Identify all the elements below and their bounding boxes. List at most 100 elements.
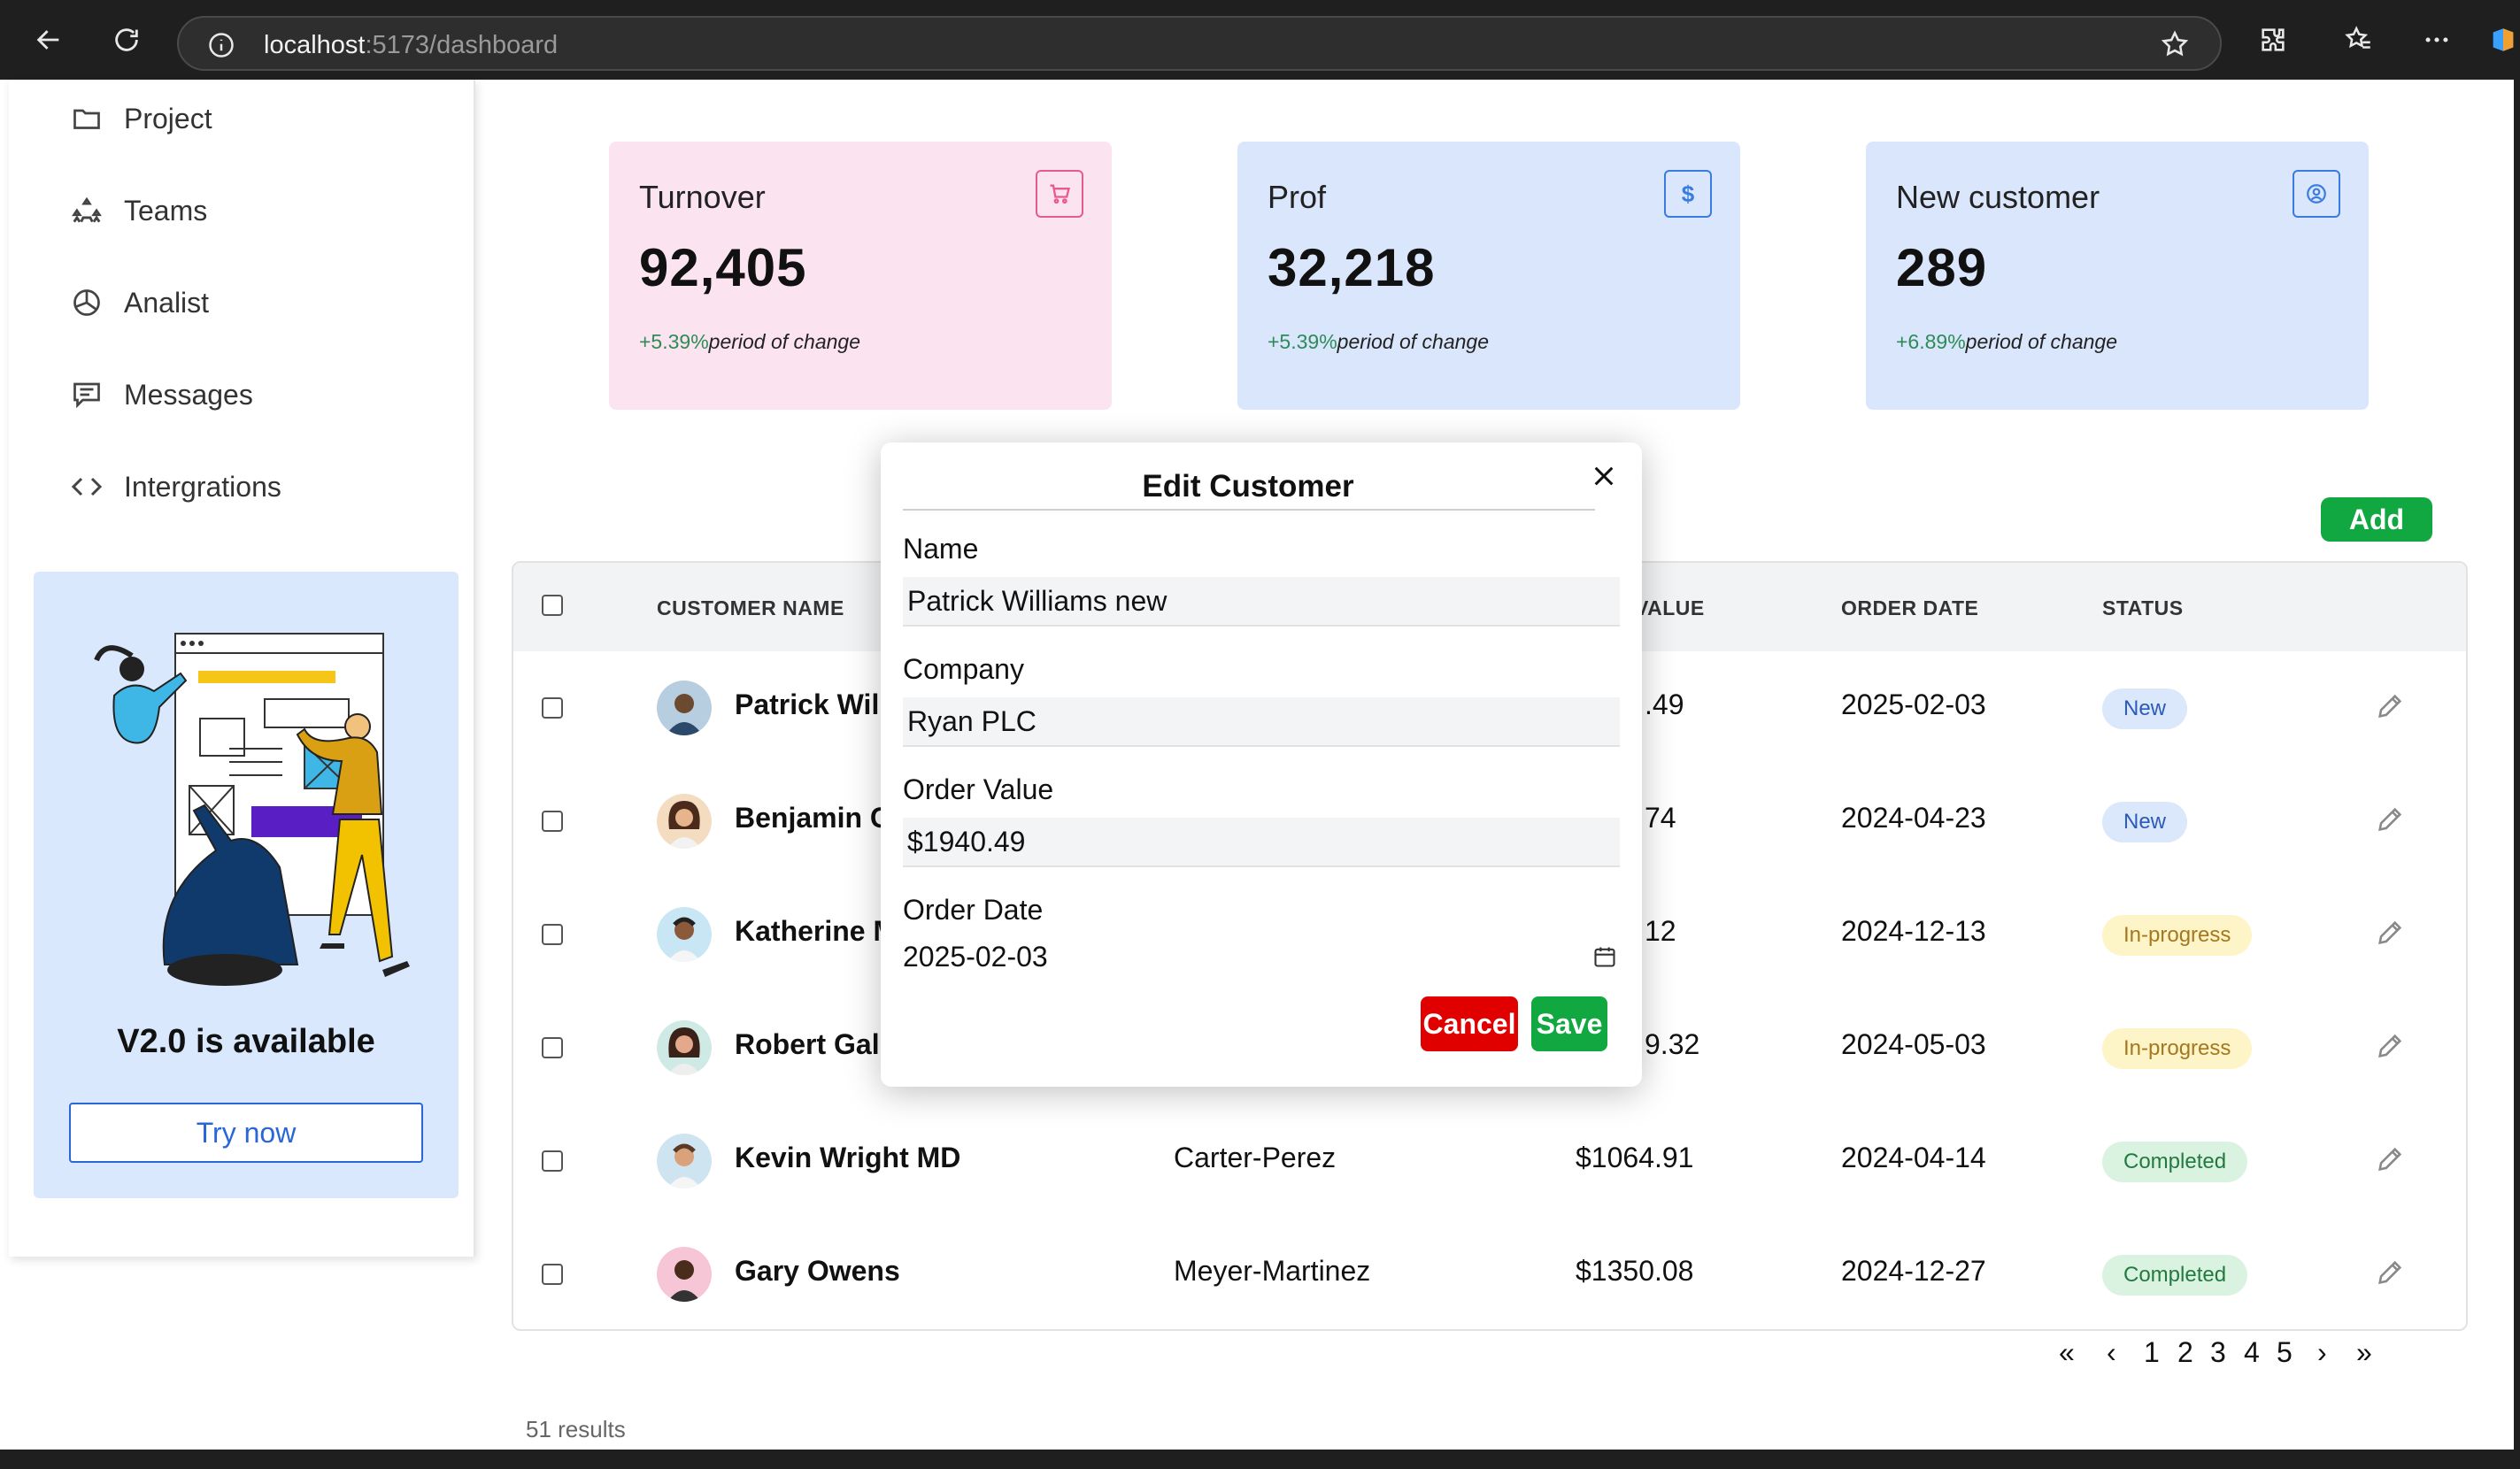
sidebar-item-analist[interactable]: Analist bbox=[69, 276, 441, 329]
row-checkbox[interactable] bbox=[542, 1264, 563, 1285]
customer-name: Kevin Wright MD bbox=[735, 1142, 961, 1173]
next-page-button[interactable]: › bbox=[2317, 1336, 2327, 1369]
close-icon[interactable] bbox=[1584, 457, 1623, 496]
row-checkbox[interactable] bbox=[542, 1150, 563, 1172]
status-badge: Completed bbox=[2102, 1255, 2248, 1296]
stat-title: Prof bbox=[1268, 179, 1327, 215]
customer-name: Patrick Willi bbox=[735, 688, 896, 720]
address-bar[interactable]: localhost:5173/dashboard bbox=[177, 16, 2222, 71]
order-value: .49 bbox=[1645, 688, 1684, 720]
teams-icon bbox=[69, 193, 104, 228]
try-now-button[interactable]: Try now bbox=[69, 1103, 423, 1163]
favorites-icon[interactable] bbox=[2339, 19, 2379, 60]
back-icon[interactable] bbox=[28, 19, 69, 60]
status-badge: In-progress bbox=[2102, 1028, 2253, 1069]
sidebar-item-project[interactable]: Project bbox=[69, 92, 441, 145]
name-input[interactable]: Patrick Williams new bbox=[903, 577, 1620, 627]
edit-customer-modal: Edit Customer Name Patrick Williams new … bbox=[881, 442, 1642, 1087]
window-edge bbox=[2514, 80, 2520, 1450]
calendar-icon[interactable] bbox=[1590, 942, 1620, 972]
avatar bbox=[657, 1247, 712, 1302]
pagination: « ‹ 1 2 3 4 5 › » bbox=[2054, 1336, 2408, 1381]
edit-pencil-icon[interactable] bbox=[2372, 802, 2408, 837]
last-page-button[interactable]: » bbox=[2356, 1336, 2372, 1369]
row-checkbox[interactable] bbox=[542, 811, 563, 832]
window-bottom-edge bbox=[0, 1450, 2520, 1469]
page-2-button[interactable]: 2 bbox=[2177, 1336, 2193, 1369]
table-row: Kevin Wright MD Carter-Perez $1064.91 20… bbox=[513, 1104, 2466, 1218]
cancel-button[interactable]: Cancel bbox=[1421, 996, 1518, 1051]
order-value: $1350.08 bbox=[1576, 1255, 1694, 1287]
url-text[interactable]: localhost:5173/dashboard bbox=[264, 30, 558, 60]
order-date: 2024-12-13 bbox=[1841, 915, 1986, 947]
avatar bbox=[657, 907, 712, 962]
header-status[interactable]: STATUS bbox=[2102, 596, 2184, 620]
sidebar-item-label: Project bbox=[124, 102, 212, 135]
edit-pencil-icon[interactable] bbox=[2372, 1028, 2408, 1064]
stat-title: New customer bbox=[1896, 179, 2100, 215]
edit-pencil-icon[interactable] bbox=[2372, 1142, 2408, 1177]
customer-name: Katherine M bbox=[735, 915, 898, 947]
row-checkbox[interactable] bbox=[542, 924, 563, 945]
modal-divider bbox=[903, 509, 1595, 511]
sidebar-item-label: Analist bbox=[124, 286, 210, 319]
copilot-icon[interactable] bbox=[2485, 19, 2520, 60]
order-value: 74 bbox=[1645, 802, 1676, 834]
order-value-label: Order Value bbox=[903, 773, 1054, 805]
stat-card-prof: Prof 32,218 +5.39%period of change $ bbox=[1237, 142, 1740, 410]
prev-page-button[interactable]: ‹ bbox=[2107, 1336, 2116, 1369]
order-date: 2024-12-27 bbox=[1841, 1255, 1986, 1287]
site-info-icon[interactable] bbox=[205, 29, 237, 61]
stat-change: +5.39%period of change bbox=[639, 330, 861, 353]
more-menu-icon[interactable] bbox=[2416, 19, 2457, 60]
order-value-input[interactable]: $1940.49 bbox=[903, 818, 1620, 867]
sidebar-item-label: Messages bbox=[124, 378, 253, 411]
stat-title: Turnover bbox=[639, 179, 766, 215]
sidebar-item-teams[interactable]: Teams bbox=[69, 184, 441, 237]
header-customer-name[interactable]: CUSTOMER NAME bbox=[657, 596, 844, 620]
favorite-star-icon[interactable] bbox=[2157, 27, 2192, 62]
sidebar-item-intergrations[interactable]: Intergrations bbox=[69, 460, 441, 513]
page-4-button[interactable]: 4 bbox=[2244, 1336, 2260, 1369]
order-date: 2025-02-03 bbox=[1841, 688, 1986, 720]
results-count: 51 results bbox=[526, 1416, 626, 1442]
first-page-button[interactable]: « bbox=[2059, 1336, 2075, 1369]
customer-name: Gary Owens bbox=[735, 1255, 900, 1287]
customer-name: Benjamin C bbox=[735, 802, 891, 834]
row-checkbox[interactable] bbox=[542, 697, 563, 719]
avatar bbox=[657, 794, 712, 849]
stat-change: +5.39%period of change bbox=[1268, 330, 1490, 353]
stat-value: 289 bbox=[1896, 238, 1988, 297]
code-icon bbox=[69, 469, 104, 504]
pie-chart-icon bbox=[69, 285, 104, 320]
order-date: 2024-04-23 bbox=[1841, 802, 1986, 834]
add-customer-button[interactable]: Add bbox=[2321, 497, 2432, 542]
company-input[interactable]: Ryan PLC bbox=[903, 697, 1620, 747]
page-1-button[interactable]: 1 bbox=[2144, 1336, 2160, 1369]
status-badge: New bbox=[2102, 688, 2188, 729]
save-button[interactable]: Save bbox=[1531, 996, 1607, 1051]
select-all-checkbox[interactable] bbox=[542, 595, 563, 616]
page-3-button[interactable]: 3 bbox=[2210, 1336, 2226, 1369]
stat-value: 32,218 bbox=[1268, 238, 1436, 297]
edit-pencil-icon[interactable] bbox=[2372, 915, 2408, 950]
status-badge: In-progress bbox=[2102, 915, 2253, 956]
stat-value: 92,405 bbox=[639, 238, 807, 297]
avatar bbox=[657, 1020, 712, 1075]
order-date-input[interactable]: 2025-02-03 bbox=[903, 938, 1620, 988]
header-order-date[interactable]: ORDER DATE bbox=[1841, 596, 1978, 620]
row-checkbox[interactable] bbox=[542, 1037, 563, 1058]
folder-icon bbox=[69, 101, 104, 136]
sidebar-item-messages[interactable]: Messages bbox=[69, 368, 441, 421]
reload-icon[interactable] bbox=[106, 19, 147, 60]
order-date-value: 2025-02-03 bbox=[903, 941, 1048, 973]
message-icon bbox=[69, 377, 104, 412]
order-value: 12 bbox=[1645, 915, 1676, 947]
promo-illustration bbox=[94, 633, 410, 986]
order-value: 9.32 bbox=[1645, 1028, 1700, 1060]
extensions-icon[interactable] bbox=[2253, 19, 2293, 60]
edit-pencil-icon[interactable] bbox=[2372, 1255, 2408, 1290]
upgrade-promo-card: V2.0 is available Try now bbox=[34, 572, 459, 1198]
edit-pencil-icon[interactable] bbox=[2372, 688, 2408, 724]
page-5-button[interactable]: 5 bbox=[2277, 1336, 2293, 1369]
